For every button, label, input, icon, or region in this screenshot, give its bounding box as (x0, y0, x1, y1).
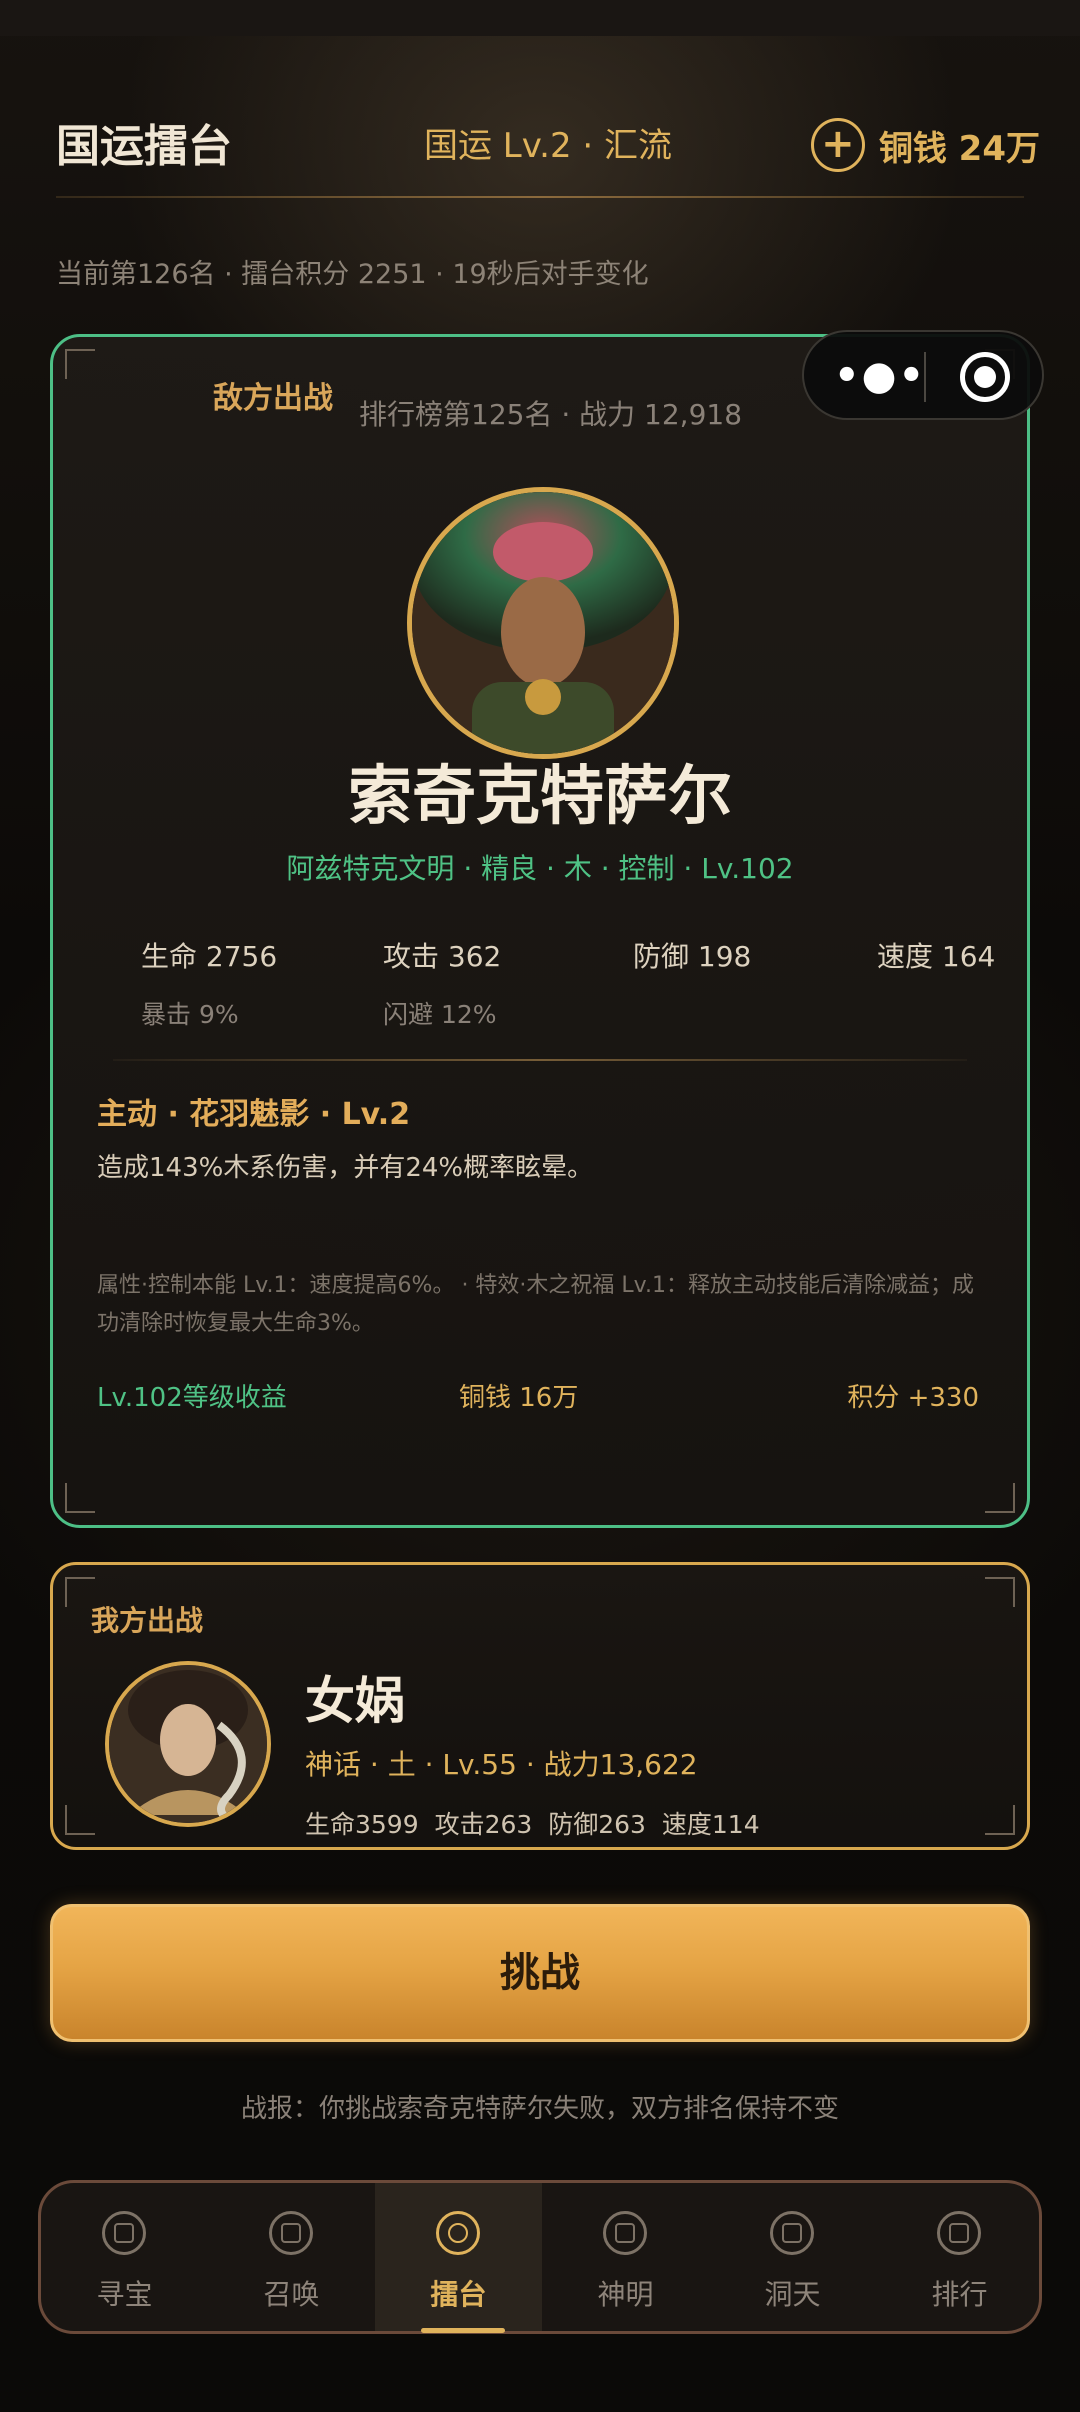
add-coins-button[interactable]: + (810, 118, 865, 172)
rank-status: 当前第126名 · 擂台积分 2251 · 19秒后对手变化 (56, 259, 649, 290)
treasure-icon (102, 2211, 146, 2255)
enemy-name: 索奇克特萨尔 (348, 760, 732, 834)
corner-ornament (65, 349, 95, 379)
bottom-nav: 寻宝 召唤 擂台 神明 洞天 排行 (38, 2180, 1042, 2334)
deity-icon (603, 2211, 647, 2255)
corner-ornament (985, 1577, 1015, 1607)
my-portrait-icon (109, 1665, 267, 1823)
nav-label: 神明 (597, 2278, 654, 2311)
skill-passives: 属性·控制本能 Lv.1：速度提高6%。 · 特效·木之祝福 Lv.1：释放主动… (97, 1273, 974, 1336)
corner-ornament (65, 1805, 95, 1835)
summon-icon (269, 2211, 313, 2255)
battle-report: 战报：你挑战索奇克特萨尔失败，双方排名保持不变 (240, 2094, 839, 2124)
header-divider (56, 196, 1024, 198)
mini-program-capsule: •●• (802, 330, 1044, 420)
nav-treasure[interactable]: 寻宝 (41, 2183, 208, 2331)
stat-dodge: 闪避 12% (383, 1000, 497, 1029)
stat-hp: 生命 2756 (141, 940, 278, 973)
reward-level: Lv.102等级收益 (97, 1383, 287, 1413)
arena-icon (436, 2211, 480, 2255)
stat-attack: 攻击 362 (383, 940, 502, 973)
enemy-label: 敌方出战 (213, 381, 333, 416)
my-fighter-card[interactable]: 我方出战 女娲 神话 · 土 · Lv.55 · 战力13,622 生命3599… (50, 1562, 1030, 1850)
my-fighter-meta: 神话 · 土 · Lv.55 · 战力13,622 (305, 1748, 698, 1781)
enemy-avatar[interactable] (407, 487, 679, 759)
nav-deity[interactable]: 神明 (542, 2183, 709, 2331)
nav-label: 排行 (931, 2278, 988, 2311)
nav-label: 召唤 (263, 2278, 320, 2311)
stat-defense: 防御 198 (633, 940, 752, 973)
reward-coins: 铜钱 16万 (459, 1383, 579, 1413)
more-options-button[interactable]: •●• (834, 352, 924, 402)
status-bar (0, 0, 1080, 36)
close-target-icon[interactable] (960, 352, 1010, 402)
active-tab-indicator (421, 2328, 505, 2333)
my-avatar[interactable] (105, 1661, 271, 1827)
skill-title: 主动 · 花羽魅影 · Lv.2 (97, 1097, 411, 1132)
ranking-icon (937, 2211, 981, 2255)
cave-icon (770, 2211, 814, 2255)
nav-cave[interactable]: 洞天 (709, 2183, 876, 2331)
stat-speed: 速度 164 (877, 940, 996, 973)
my-fighter-label: 我方出战 (91, 1604, 204, 1637)
nav-label: 寻宝 (96, 2278, 153, 2311)
nav-label: 洞天 (764, 2278, 821, 2311)
my-fighter-stats: 生命3599 攻击263 防御263 速度114 (305, 1810, 760, 1839)
skill-description: 造成143%木系伤害，并有24%概率眩晕。 (97, 1153, 594, 1183)
corner-ornament (65, 1483, 95, 1513)
my-fighter-name: 女娲 (305, 1672, 405, 1730)
corner-ornament (985, 1483, 1015, 1513)
nav-arena[interactable]: 擂台 (375, 2183, 542, 2333)
nav-ranking[interactable]: 排行 (876, 2183, 1043, 2331)
coin-amount: 铜钱 24万 (878, 128, 1040, 169)
header: 国运擂台 国运 Lv.2 · 汇流 + 铜钱 24万 (56, 100, 1040, 180)
nav-label: 擂台 (430, 2278, 487, 2311)
coin-balance: + 铜钱 24万 (810, 118, 1040, 172)
enemy-meta: 阿兹特克文明 · 精良 · 木 · 控制 · Lv.102 (286, 852, 794, 885)
enemy-card: 敌方出战 排行榜第125名 · 战力 12,918 索奇克特萨尔 阿兹特克文明 … (50, 334, 1030, 1528)
reward-points: 积分 +330 (847, 1383, 979, 1413)
corner-ornament (985, 1805, 1015, 1835)
capsule-separator (924, 352, 926, 402)
challenge-button[interactable]: 挑战 (50, 1904, 1030, 2042)
enemy-rank: 排行榜第125名 · 战力 12,918 (359, 398, 743, 431)
enemy-portrait-icon (412, 492, 674, 754)
section-divider (113, 1059, 967, 1061)
stat-crit: 暴击 9% (141, 1000, 239, 1029)
nav-summon[interactable]: 召唤 (208, 2183, 375, 2331)
